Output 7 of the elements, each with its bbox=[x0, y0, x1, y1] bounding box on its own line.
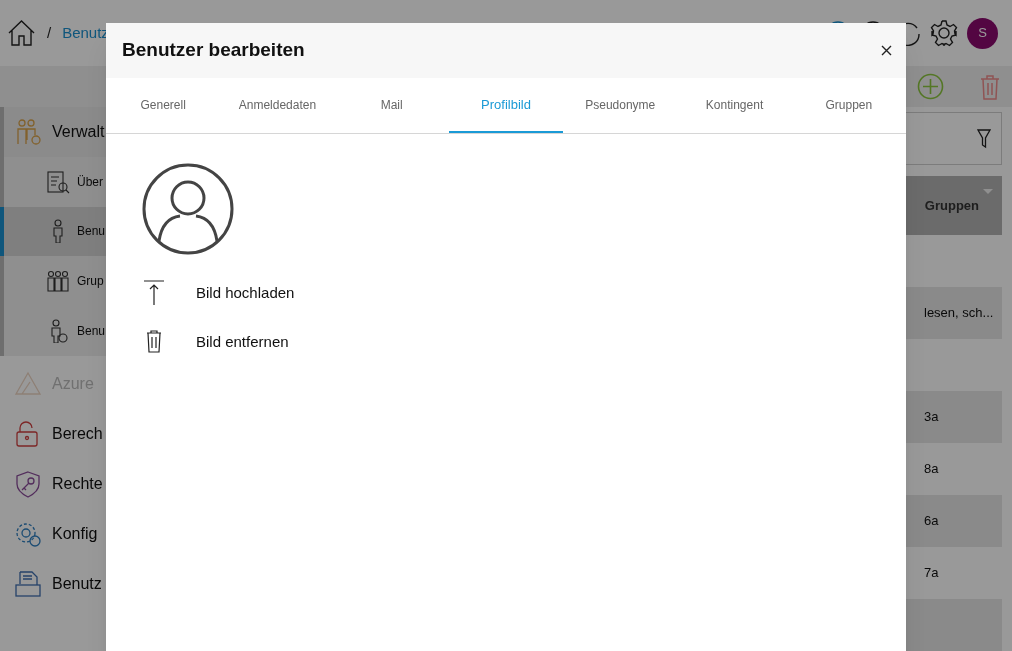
table-cell-text: lesen, sch... bbox=[924, 304, 994, 323]
breadcrumb-separator: / bbox=[47, 22, 52, 43]
dialog-title: Benutzer bearbeiten bbox=[122, 38, 305, 63]
table-cell-text: 7a bbox=[924, 564, 939, 583]
table-cell-text: 3a bbox=[924, 408, 939, 427]
table-cell-text: 6a bbox=[924, 512, 939, 531]
table-cell-text: 8a bbox=[924, 460, 939, 479]
